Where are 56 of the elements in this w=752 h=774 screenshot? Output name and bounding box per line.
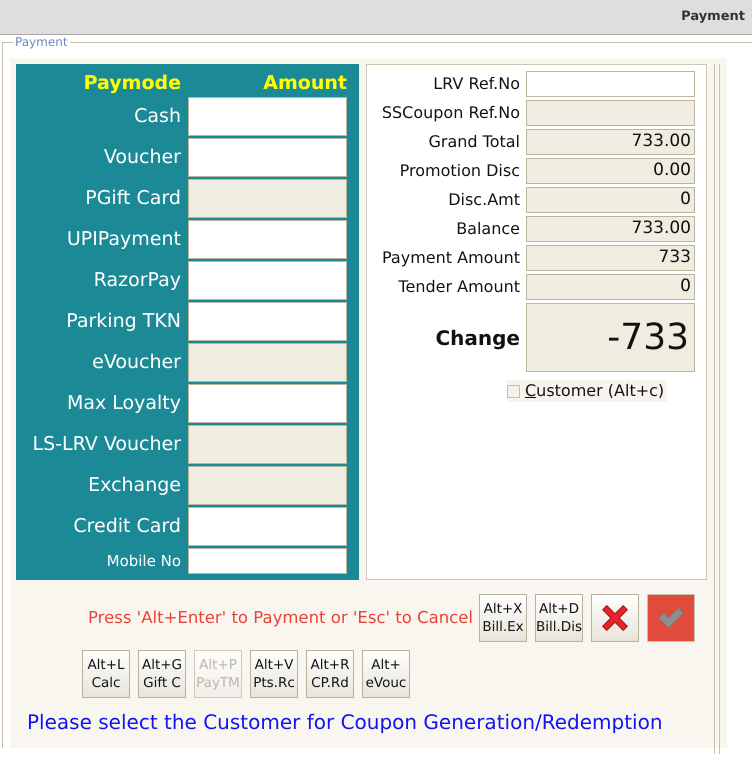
amount-field[interactable] bbox=[188, 220, 347, 259]
field-label: Payment Amount bbox=[380, 247, 520, 269]
shortcut-hint: Press 'Alt+Enter' to Payment or 'Esc' to Cancel bbox=[88, 606, 473, 629]
column-header: Paymode bbox=[82, 71, 181, 95]
field-label: Tender Amount bbox=[397, 276, 520, 298]
value-field: 733.00 bbox=[526, 216, 695, 242]
amount-field[interactable] bbox=[188, 384, 347, 423]
check-icon bbox=[658, 605, 684, 631]
paymode-label: PGift Card bbox=[84, 186, 181, 212]
shortcut-button[interactable]: Alt+ eVouc bbox=[362, 650, 410, 698]
cancel-button[interactable] bbox=[591, 594, 639, 642]
value-field: 0 bbox=[526, 187, 695, 213]
group-title: Payment bbox=[14, 35, 69, 49]
paymode-label: RazorPay bbox=[92, 268, 181, 294]
field-label: Disc.Amt bbox=[447, 189, 520, 211]
field-label: Balance bbox=[455, 218, 520, 240]
checkbox[interactable] bbox=[507, 384, 520, 398]
field-label: Promotion Disc bbox=[398, 160, 520, 182]
value-field: 733 bbox=[526, 245, 695, 271]
amount-field[interactable] bbox=[188, 507, 347, 546]
field-label: LRV Ref.No bbox=[432, 73, 520, 95]
field-label: SSCoupon Ref.No bbox=[380, 102, 520, 124]
window-title: Payment bbox=[681, 8, 745, 26]
paymode-label: Credit Card bbox=[72, 514, 181, 540]
field-label: Grand Total bbox=[427, 131, 520, 153]
paymode-label: Voucher bbox=[102, 145, 181, 170]
paymode-label: eVoucher bbox=[91, 350, 181, 376]
mobile-number-label: Mobile No bbox=[106, 550, 181, 572]
amount-field[interactable] bbox=[188, 261, 347, 300]
amount-field[interactable] bbox=[188, 302, 347, 341]
value-field[interactable] bbox=[526, 71, 695, 97]
close-icon bbox=[602, 605, 628, 631]
mobile-number-field[interactable] bbox=[188, 548, 347, 574]
customer-checkbox-option[interactable]: Customer (Alt+c) bbox=[507, 380, 668, 402]
paymode-label: UPIPayment bbox=[66, 227, 181, 252]
value-field: 0.00 bbox=[526, 158, 695, 184]
confirm-button[interactable] bbox=[647, 594, 695, 642]
paymode-label: Cash bbox=[133, 104, 181, 130]
value-field: 0 bbox=[526, 274, 695, 300]
change-label: Change bbox=[434, 324, 520, 352]
shortcut-button[interactable]: Alt+R CP.Rd bbox=[306, 650, 354, 698]
amount-field[interactable] bbox=[188, 138, 347, 177]
shortcut-button[interactable]: Alt+D Bill.Dis bbox=[535, 594, 583, 642]
shortcut-button[interactable]: Alt+G Gift C bbox=[138, 650, 186, 698]
paymode-label: LS-LRV Voucher bbox=[32, 432, 181, 458]
paymode-label: Exchange bbox=[87, 473, 181, 498]
shortcut-button[interactable]: Alt+L Calc bbox=[82, 650, 130, 698]
paymode-label: Max Loyalty bbox=[66, 391, 181, 416]
amount-field[interactable] bbox=[188, 97, 347, 136]
value-field: 733.00 bbox=[526, 129, 695, 155]
change-field: -733 bbox=[526, 303, 695, 372]
shortcut-button[interactable]: Alt+V Pts.Rc bbox=[250, 650, 298, 698]
paymode-label: Parking TKN bbox=[65, 309, 181, 334]
status-message: Please select the Customer for Coupon Generation/Redemption bbox=[26, 710, 664, 734]
column-header: Amount bbox=[262, 71, 347, 95]
shortcut-button[interactable]: Alt+X Bill.Ex bbox=[479, 594, 527, 642]
